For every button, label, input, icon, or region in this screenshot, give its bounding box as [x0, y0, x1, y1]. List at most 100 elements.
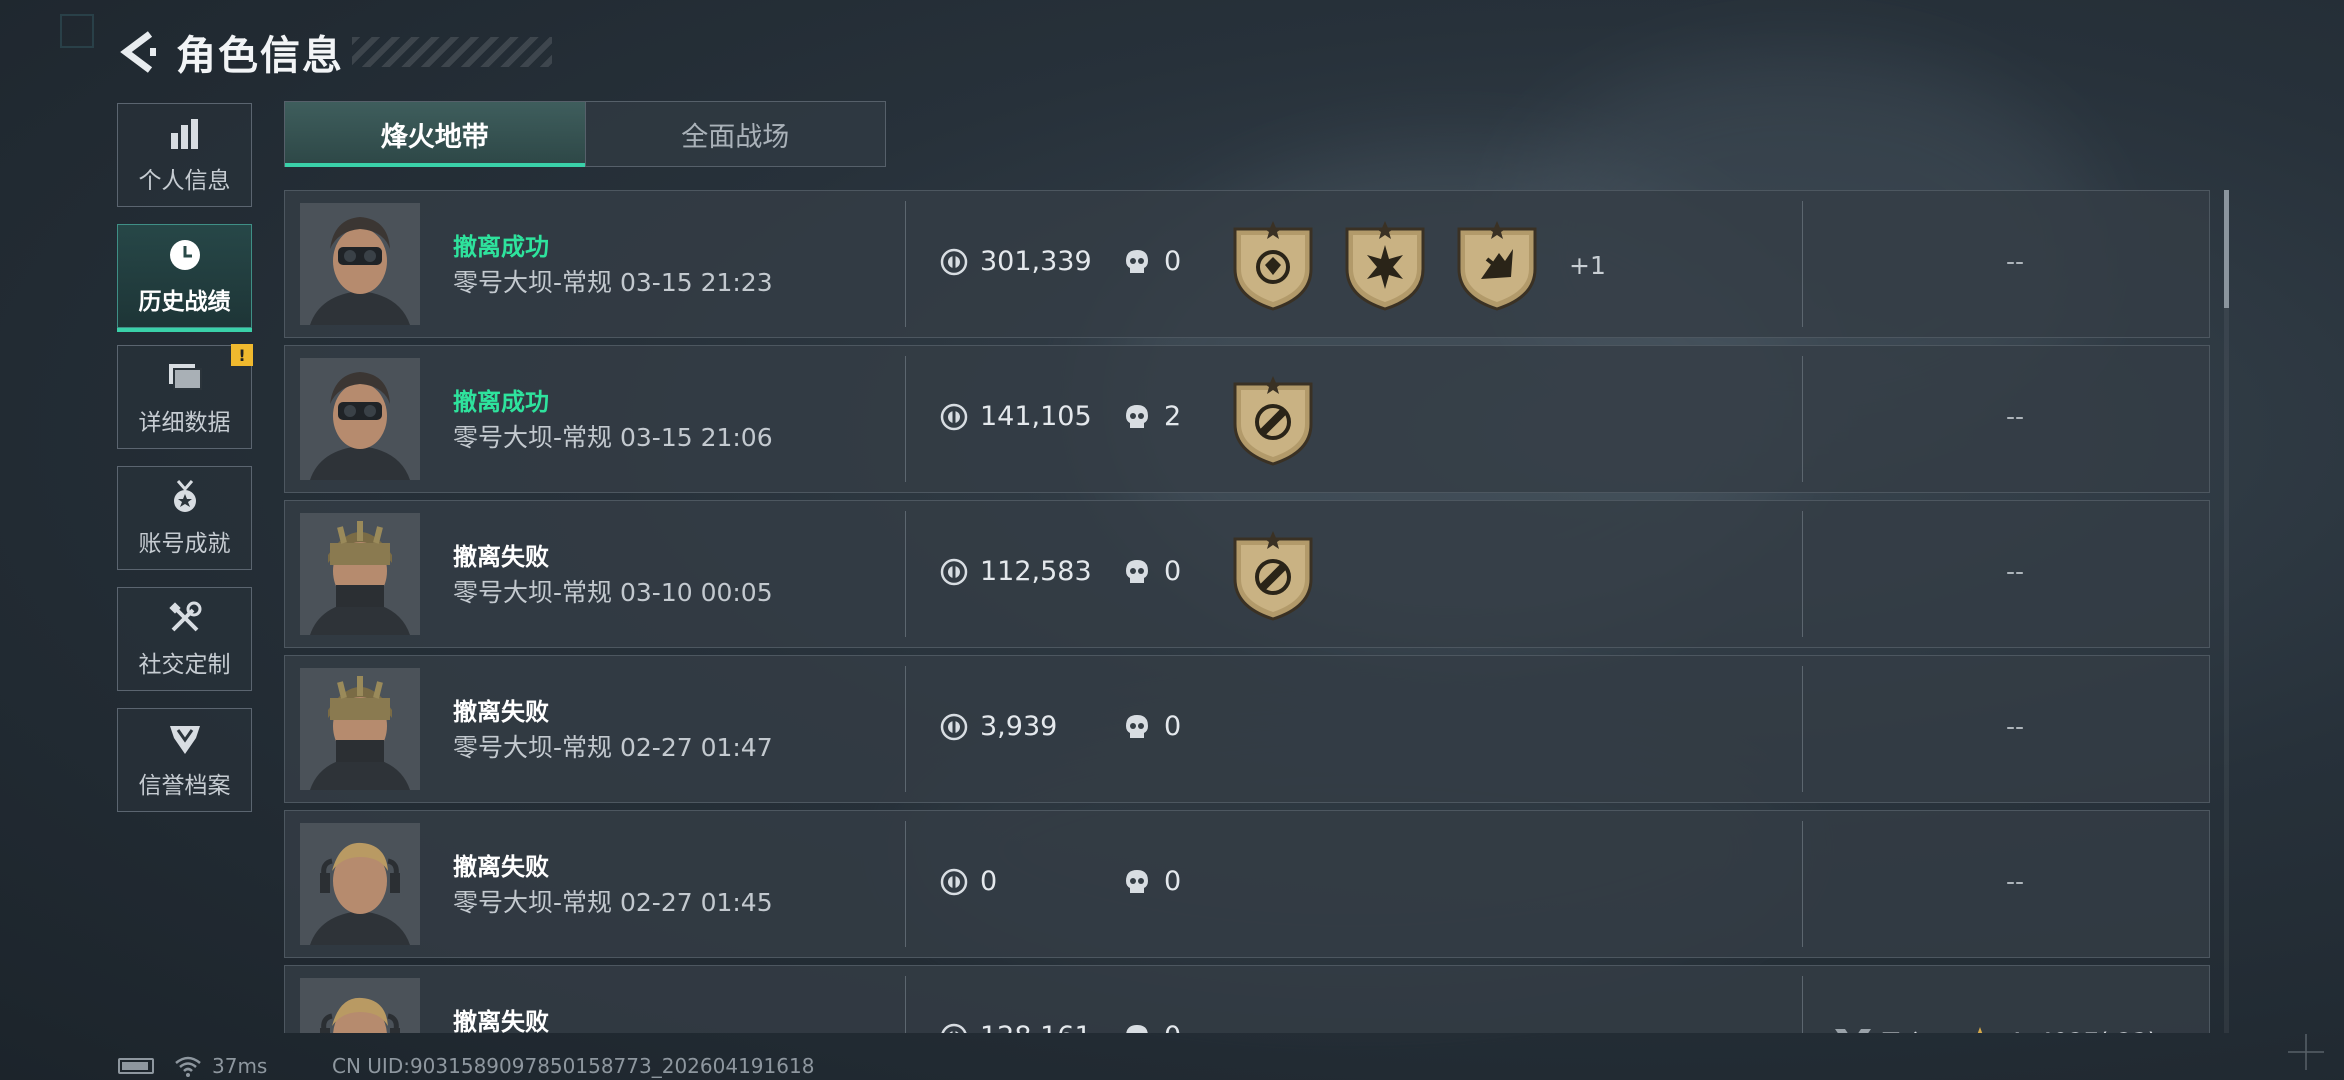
match-time: 03-15 21:06: [619, 423, 773, 452]
back-arrow-icon: [120, 31, 156, 73]
coin-icon: [940, 403, 968, 431]
folder-icon: [166, 357, 204, 395]
column-divider: [1802, 666, 1803, 792]
skull-icon: [1124, 868, 1150, 896]
sidebar-item-detailed-data[interactable]: ! 详细数据: [117, 344, 253, 449]
kills-count: 2: [1164, 401, 1182, 432]
operator-avatar: [300, 668, 420, 790]
medal-badge-icon[interactable]: [1229, 374, 1317, 466]
column-divider: [1802, 821, 1803, 947]
rank-placeholder: --: [2005, 402, 2025, 431]
kills-stat: 0: [1124, 246, 1181, 277]
sidebar-item-label: 社交定制: [138, 652, 231, 678]
wifi-icon: [175, 1056, 201, 1077]
extraction-status: 撤离成功: [453, 233, 549, 261]
extraction-status: 撤离失败: [453, 543, 549, 571]
title-decoration: [352, 37, 552, 67]
status-bar: 37ms: [118, 1054, 267, 1078]
clock-icon: [166, 236, 204, 274]
sidebar-item-label: 历史战绩: [138, 289, 231, 315]
uid-text: CN UID:9031589097850158773_202604191618: [332, 1054, 815, 1078]
operator-avatar: [300, 823, 420, 945]
back-button[interactable]: [118, 27, 162, 77]
value-stat: 0: [940, 866, 997, 897]
value-amount: 3,939: [980, 711, 1058, 742]
medal-list: [1229, 374, 1341, 466]
column-divider: [905, 976, 906, 1033]
medal-badge-icon[interactable]: [1341, 219, 1429, 311]
scrollbar[interactable]: [2224, 190, 2229, 1033]
sidebar-item-personal-info[interactable]: 个人信息: [117, 103, 252, 207]
sidebar-item-label: 账号成就: [138, 531, 231, 557]
kills-stat: 0: [1124, 556, 1181, 587]
sidebar-item-achievements[interactable]: 账号成就: [117, 466, 252, 570]
map-name: 零号大坝-常规: [453, 888, 613, 917]
match-info: 零号大坝-常规 03-10 00:05: [453, 573, 773, 609]
match-record-row[interactable]: 撤离失败 零号大坝-常规 02-27 01:45 0 0 --: [284, 810, 2210, 958]
match-info: 零号大坝-常规 03-15 21:23: [453, 263, 773, 299]
tab-warzone[interactable]: 烽火地带: [285, 102, 585, 167]
value-amount: 0: [980, 866, 998, 897]
rank-placeholder: --: [2005, 247, 2025, 276]
medal-badge-icon[interactable]: [1229, 529, 1317, 621]
value-stat: 112,583: [940, 556, 1092, 587]
operator-avatar: [300, 978, 420, 1033]
operator-avatar: [300, 358, 420, 480]
medal-badge-icon[interactable]: [1453, 219, 1541, 311]
sidebar-item-social[interactable]: 社交定制: [117, 587, 252, 691]
match-record-row[interactable]: 撤离成功 零号大坝-常规 03-15 21:23 301,339 0 +1 --: [284, 190, 2210, 338]
map-name: 零号大坝-常规: [453, 423, 613, 452]
sidebar-item-history[interactable]: 历史战绩: [117, 224, 252, 332]
rank-info: 黑鹰V 4, 4927(-23): [1833, 1024, 2157, 1033]
corner-decoration: [60, 14, 94, 48]
value-amount: 141,105: [980, 401, 1092, 432]
extraction-status: 撤离失败: [453, 698, 549, 726]
match-record-row[interactable]: 撤离失败 零号大坝-常规 02-27 01:47 3,939 0 --: [284, 655, 2210, 803]
medal-icon: [166, 478, 204, 516]
tools-icon: [166, 599, 204, 637]
page-title: 角色信息: [176, 33, 344, 79]
tab-battlefield[interactable]: 全面战场: [584, 102, 886, 166]
rank-emblem-icon: [1835, 1028, 1871, 1033]
sidebar-item-label: 详细数据: [138, 410, 231, 436]
match-history-list: 撤离成功 零号大坝-常规 03-15 21:23 301,339 0 +1 -- 撤离成功零…: [284, 190, 2211, 1033]
value-amount: 301,339: [980, 246, 1092, 277]
bar-chart-icon: [166, 115, 204, 153]
value-amount: 112,583: [980, 556, 1092, 587]
kills-count: 0: [1164, 1021, 1181, 1033]
column-divider: [905, 356, 906, 482]
value-stat: 3,939: [940, 711, 1057, 742]
column-divider: [1802, 976, 1803, 1033]
map-name: 零号大坝-常规: [453, 578, 613, 607]
shield-emblem-icon: [166, 720, 204, 758]
column-divider: [1802, 201, 1803, 327]
extraction-status: 撤离失败: [453, 853, 549, 881]
match-time: 03-15 21:23: [619, 268, 773, 297]
map-name: 零号大坝-常规: [453, 268, 613, 297]
medal-badge-icon[interactable]: [1229, 219, 1317, 311]
value-stat: 141,105: [940, 401, 1092, 432]
extraction-status: 撤离成功: [453, 388, 549, 416]
kills-stat: 0: [1124, 866, 1181, 897]
value-stat: 128,161: [940, 1021, 1092, 1033]
kills-count: 0: [1164, 246, 1182, 277]
extraction-status: 撤离失败: [453, 1008, 549, 1033]
value-amount: 128,161: [980, 1021, 1092, 1033]
coin-icon: [940, 713, 968, 741]
mode-tabs: 烽火地带 全面战场: [284, 101, 886, 167]
sidebar-item-credit[interactable]: 信誉档案: [117, 708, 252, 812]
match-time: 02-27 01:45: [619, 888, 773, 917]
page-header: 角色信息: [118, 22, 552, 82]
column-divider: [905, 821, 906, 947]
kills-stat: 0: [1124, 711, 1181, 742]
match-record-row[interactable]: 撤离失败 零号大坝-常规 03-10 00:05 112,583 0 --: [284, 500, 2210, 648]
battery-icon: [118, 1058, 154, 1074]
column-divider: [1802, 511, 1803, 637]
match-record-row[interactable]: 撤离失败 128,161 0 黑鹰V 4, 4927(-23): [284, 965, 2210, 1033]
more-medals-count[interactable]: +1: [1569, 251, 1606, 280]
skull-icon: [1124, 403, 1150, 431]
ping-text: 37ms: [212, 1054, 268, 1078]
sidebar-item-label: 信誉档案: [138, 773, 231, 799]
match-record-row[interactable]: 撤离成功零号大坝-常规 03-15 21:06 141,105 2 --: [284, 345, 2210, 493]
scroll-thumb[interactable]: [2224, 190, 2229, 308]
